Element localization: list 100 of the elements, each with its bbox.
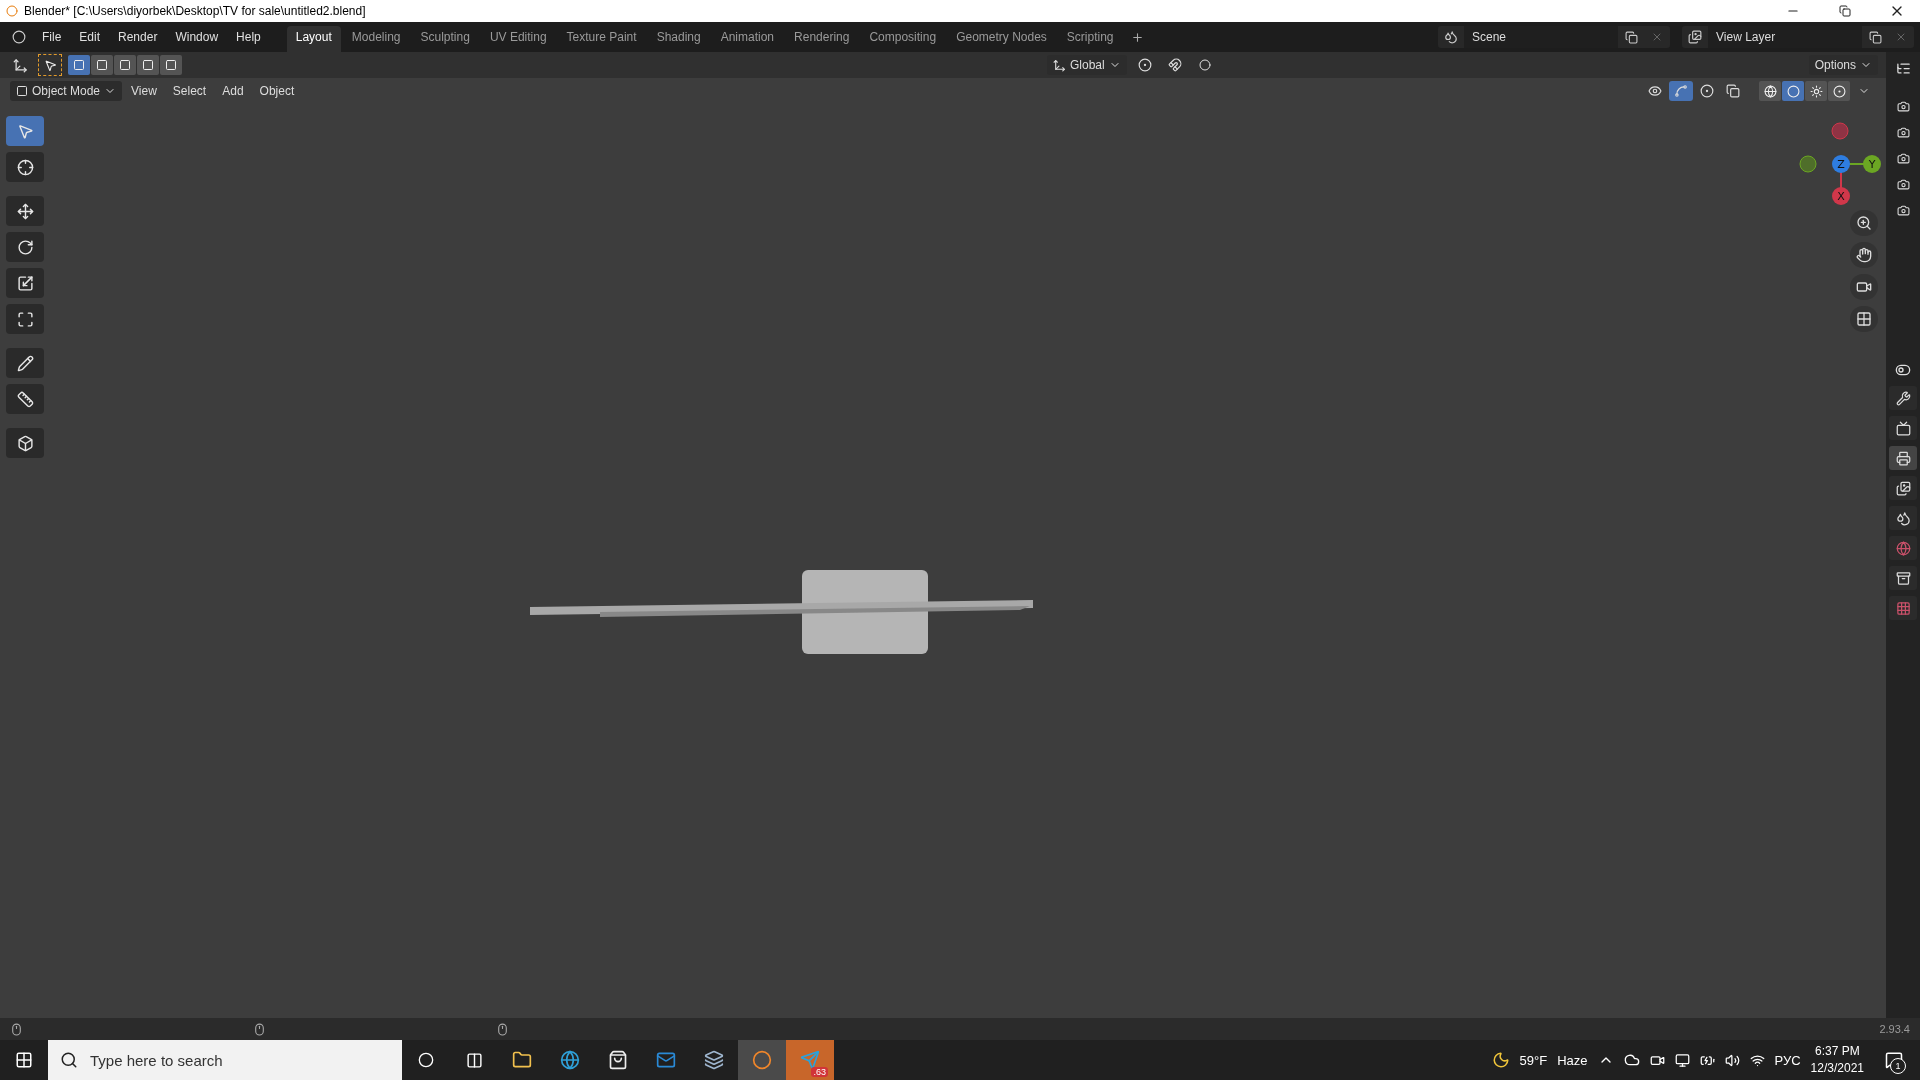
texture-tab[interactable] (1889, 596, 1917, 620)
task-view-icon[interactable] (465, 1051, 483, 1069)
rendered-shading-button[interactable] (1828, 81, 1850, 101)
transform-icon (16, 310, 34, 328)
zoom-button[interactable] (1850, 210, 1878, 236)
square-icon (96, 59, 108, 71)
solid-shading-button[interactable] (1782, 81, 1804, 101)
camera-button[interactable] (1850, 274, 1878, 300)
selection-mode-button[interactable] (137, 55, 159, 75)
axis-handle[interactable]: X (1832, 187, 1850, 205)
toggle-icon[interactable] (1895, 362, 1911, 378)
header-menu-item[interactable]: Add (215, 82, 251, 100)
temperature-text[interactable]: 59°F (1519, 1052, 1548, 1068)
camera-icon (1856, 279, 1872, 295)
wireframe-shading-button[interactable] (1759, 81, 1781, 101)
volume-icon[interactable] (1724, 1052, 1740, 1068)
search-field[interactable]: Type here to search (48, 1040, 402, 1080)
workspace-tab[interactable]: Shading (647, 26, 710, 52)
camera-icon[interactable] (1896, 99, 1910, 113)
workspace-tab[interactable]: Texture Paint (557, 26, 646, 52)
world-tab[interactable] (1889, 536, 1917, 560)
monitor-icon[interactable] (1674, 1052, 1690, 1068)
menu-item[interactable]: Window (167, 26, 227, 48)
header-menu-item[interactable]: Object (252, 82, 302, 100)
negative-axis-icon[interactable] (1799, 155, 1817, 173)
menu-item[interactable]: Render (110, 26, 166, 48)
select-icon (16, 122, 34, 140)
camera-icon[interactable] (1896, 177, 1910, 191)
scale-tool-button[interactable] (6, 268, 44, 298)
view-layer-tab[interactable] (1889, 476, 1917, 500)
mouse-icon (10, 1022, 23, 1036)
rotate-tool-button[interactable] (6, 232, 44, 262)
collection-tab[interactable] (1889, 566, 1917, 590)
cursor-tool-button[interactable] (6, 152, 44, 182)
axis-handle[interactable]: Z (1832, 155, 1850, 173)
view-layer-selector[interactable]: View Layer (1682, 26, 1914, 48)
scene-tab[interactable] (1889, 506, 1917, 530)
restore-icon[interactable] (1839, 5, 1851, 17)
pivot-icon[interactable] (1137, 58, 1152, 72)
select-tool-button[interactable] (38, 54, 62, 76)
taskbar-app-button[interactable]: .63 (786, 1040, 834, 1080)
selection-mode-button[interactable] (91, 55, 113, 75)
header-menu-item[interactable]: Select (165, 82, 214, 100)
cloud-icon[interactable] (1623, 1052, 1640, 1068)
pan-button[interactable] (1850, 242, 1878, 268)
workspace-tab[interactable]: Scripting (1057, 26, 1123, 52)
wifi-icon[interactable] (1749, 1052, 1765, 1068)
axis-handle[interactable]: Y (1863, 155, 1881, 173)
windows-logo-icon[interactable] (15, 1051, 33, 1069)
header-menu-item[interactable]: View (124, 82, 164, 100)
add-icon[interactable] (1131, 30, 1144, 44)
menu-item[interactable]: Help (228, 26, 269, 48)
editor-type-icon[interactable] (12, 57, 28, 73)
transform-tool-button[interactable] (6, 304, 44, 334)
grid-icon (1856, 311, 1872, 327)
add-cube-tool-button[interactable] (6, 428, 44, 458)
selection-mode-button[interactable] (160, 55, 182, 75)
notifications-button[interactable]: 1 (1874, 1040, 1914, 1080)
mode-dropdown[interactable]: Object Mode (10, 81, 123, 101)
options-dropdown[interactable]: Options (1808, 55, 1878, 75)
magnet-icon[interactable] (1167, 58, 1182, 72)
measure-tool-button[interactable] (6, 384, 44, 414)
gizmos-button[interactable] (1669, 81, 1693, 101)
clock[interactable]: 6:37 PM 12/3/2021 (1810, 1043, 1864, 1077)
workspace-tab[interactable]: Rendering (785, 26, 859, 52)
workspace-tab[interactable]: UV Editing (480, 26, 556, 52)
menu-item[interactable]: Edit (71, 26, 109, 48)
tool-tab[interactable] (1889, 386, 1917, 410)
selection-mode-button[interactable] (114, 55, 136, 75)
annotate-tool-button[interactable] (6, 348, 44, 378)
square-icon (142, 59, 154, 71)
outliner-icon[interactable] (1895, 60, 1911, 76)
render-tab[interactable] (1889, 416, 1917, 440)
selection-mode-button[interactable] (68, 55, 90, 75)
material-shading-button[interactable] (1805, 81, 1827, 101)
window-title: Blender* [C:\Users\diyorbek\Desktop\TV for sale\untitled2.blend] (24, 4, 367, 18)
camera-icon[interactable] (1896, 125, 1910, 139)
version-text: 2.93.4 (1879, 1023, 1910, 1035)
workspace-tab[interactable]: Modeling (342, 26, 410, 52)
weather-icon[interactable] (1491, 1051, 1510, 1069)
camera-icon[interactable] (1896, 203, 1910, 217)
proportional-edit-icon[interactable] (1198, 59, 1211, 71)
circle-icon[interactable] (418, 1052, 434, 1068)
grid-button[interactable] (1850, 306, 1878, 332)
scene-selector[interactable]: Scene (1438, 26, 1670, 48)
workspace-tab[interactable]: Layout (286, 26, 341, 52)
menu-item[interactable]: File (34, 26, 70, 48)
workspace-tab[interactable]: Compositing (860, 26, 946, 52)
move-tool-button[interactable] (6, 196, 44, 226)
image-stack-icon (1688, 30, 1702, 44)
workspace-tab[interactable]: Animation (711, 26, 784, 52)
language-indicator[interactable]: РУС (1774, 1052, 1801, 1068)
overlays-icon (1700, 84, 1714, 98)
orientation-dropdown[interactable]: Global (1046, 55, 1127, 75)
workspace-tab[interactable]: Sculpting (411, 26, 479, 52)
weather-text[interactable]: Haze (1557, 1052, 1588, 1068)
scale-icon (16, 274, 34, 292)
camera-icon[interactable] (1896, 151, 1910, 165)
workspace-tab[interactable]: Geometry Nodes (947, 26, 1056, 52)
output-tab[interactable] (1889, 446, 1917, 470)
